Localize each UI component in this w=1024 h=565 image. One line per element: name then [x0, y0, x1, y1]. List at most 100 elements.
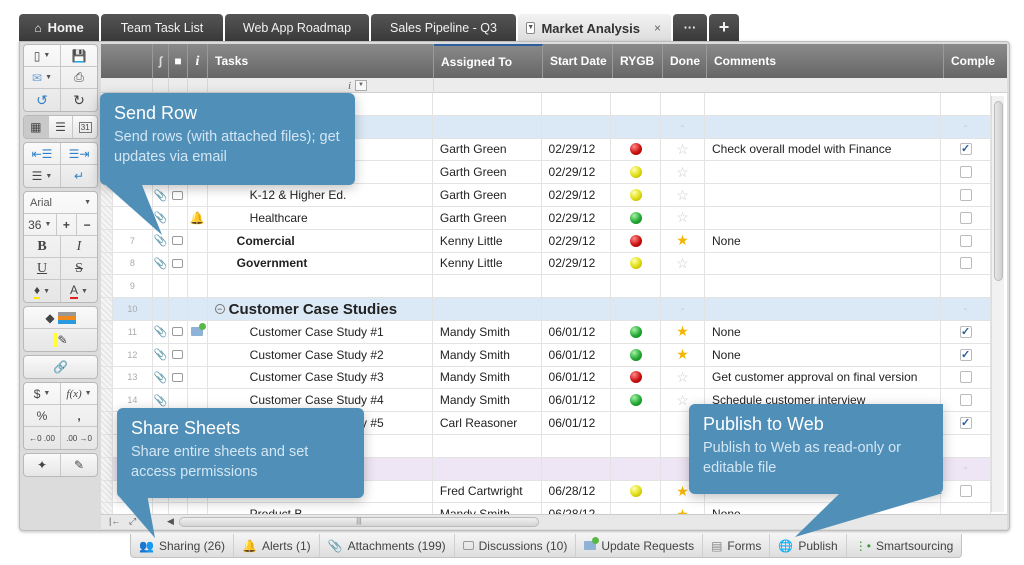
table-row[interactable]: 📎 K-12 & Higher Ed. Garth Green 02/29/12 ☆: [101, 184, 991, 207]
header-discussions[interactable]: ■: [169, 44, 188, 78]
row-number[interactable]: 8: [113, 252, 153, 275]
tab-home[interactable]: ⌂ Home: [19, 14, 99, 41]
table-row[interactable]: 8 📎 Government Kenny Little 02/29/12 ☆: [101, 252, 991, 276]
star-outline-icon[interactable]: ☆: [676, 164, 689, 181]
rygb-cell[interactable]: [611, 503, 662, 514]
comments-cell[interactable]: None: [705, 229, 942, 252]
complete-cell[interactable]: -: [941, 457, 991, 480]
assigned-to-cell[interactable]: Mandy Smith: [433, 389, 542, 412]
header-done[interactable]: Done: [663, 44, 707, 78]
rygb-cell[interactable]: [611, 457, 662, 480]
comments-cell[interactable]: [705, 161, 942, 184]
currency-button[interactable]: $ ▼: [24, 383, 61, 404]
start-date-cell[interactable]: 06/01/12: [542, 366, 612, 389]
start-date-cell[interactable]: [542, 115, 612, 138]
row-number[interactable]: 9: [113, 275, 153, 298]
start-date-cell[interactable]: [542, 434, 612, 457]
bottom-tab-attachments[interactable]: 📎 Attachments (199): [320, 534, 455, 557]
row-drag-handle[interactable]: [101, 457, 113, 480]
comments-cell[interactable]: None: [705, 343, 942, 366]
row-drag-handle[interactable]: [101, 320, 113, 343]
hyperlink-button[interactable]: 🔗: [24, 356, 97, 378]
task-cell[interactable]: Customer Case Study #3: [208, 366, 433, 389]
complete-cell[interactable]: [941, 252, 991, 275]
checkbox-unchecked[interactable]: [959, 234, 972, 247]
row-action-cell[interactable]: [188, 275, 208, 298]
table-row[interactable]: 9: [101, 275, 991, 299]
tab-team-task-list[interactable]: Team Task List: [101, 14, 223, 41]
header-attachments[interactable]: ∫: [153, 44, 169, 78]
attachment-cell[interactable]: [153, 275, 169, 298]
assigned-to-cell[interactable]: [433, 457, 542, 480]
rygb-cell[interactable]: [611, 206, 662, 229]
row-drag-handle[interactable]: [101, 412, 113, 434]
bottom-tab-alerts[interactable]: 🔔 Alerts (1): [234, 534, 320, 557]
discussion-cell[interactable]: [169, 503, 188, 514]
star-outline-icon[interactable]: ☆: [676, 369, 689, 386]
rygb-cell[interactable]: [611, 138, 662, 161]
assigned-to-cell[interactable]: Kenny Little: [433, 252, 542, 275]
complete-cell[interactable]: [941, 480, 991, 503]
font-family-select[interactable]: Arial ▼: [24, 192, 97, 213]
row-drag-handle[interactable]: [101, 434, 113, 457]
task-cell[interactable]: [208, 275, 433, 298]
tab-sales-pipeline[interactable]: Sales Pipeline - Q3: [371, 14, 516, 41]
assigned-to-cell[interactable]: Garth Green: [433, 206, 542, 229]
bottom-tab-forms[interactable]: ▤ Forms: [703, 534, 771, 557]
complete-cell[interactable]: [941, 275, 991, 298]
assigned-to-cell[interactable]: Mandy Smith: [433, 320, 542, 343]
checkbox-checked[interactable]: ✓: [959, 417, 972, 430]
assigned-to-cell[interactable]: Garth Green: [433, 161, 542, 184]
add-tab-button[interactable]: +: [709, 14, 739, 41]
task-cell[interactable]: Government: [208, 252, 433, 275]
header-info[interactable]: i: [188, 44, 208, 78]
table-row[interactable]: 11 📎 Customer Case Study #1 Mandy Smith 06/0…: [101, 320, 991, 344]
discussion-cell[interactable]: [169, 184, 188, 206]
header-rygb[interactable]: RYGB: [613, 44, 663, 78]
close-icon[interactable]: ×: [654, 21, 661, 35]
assigned-to-cell[interactable]: Garth Green: [433, 184, 542, 206]
assigned-to-cell[interactable]: Fred Cartwright: [433, 480, 542, 503]
complete-cell[interactable]: ✓: [941, 320, 991, 343]
task-cell[interactable]: Healthcare: [208, 206, 433, 229]
row-drag-handle[interactable]: [101, 480, 113, 503]
complete-cell[interactable]: [941, 184, 991, 206]
vertical-scrollbar[interactable]: [991, 96, 1004, 512]
discussion-cell[interactable]: [169, 252, 188, 275]
row-drag-handle[interactable]: [101, 343, 113, 366]
star-filled-icon[interactable]: ★: [676, 506, 689, 514]
comments-cell[interactable]: [705, 115, 942, 138]
done-cell[interactable]: [661, 93, 705, 115]
tab-market-analysis[interactable]: ▼ Market Analysis ×: [518, 14, 671, 42]
table-row[interactable]: 13 📎 Customer Case Study #3 Mandy Smith 06/0…: [101, 366, 991, 390]
row-action-cell[interactable]: [188, 252, 208, 275]
complete-cell[interactable]: [941, 366, 991, 389]
task-cell[interactable]: Product B: [208, 503, 433, 514]
save-button[interactable]: 💾: [61, 45, 97, 66]
assigned-to-cell[interactable]: [433, 275, 542, 298]
outdent-button[interactable]: ⇤☰: [24, 143, 61, 164]
comments-cell[interactable]: [705, 298, 942, 320]
done-cell[interactable]: ★: [661, 229, 705, 252]
align-button[interactable]: ☰ ▼: [24, 165, 61, 187]
grid-view-button[interactable]: ▦: [24, 116, 49, 138]
start-date-cell[interactable]: [542, 457, 612, 480]
new-sheet-button[interactable]: ▯ ▼: [24, 45, 61, 66]
row-action-cell[interactable]: [188, 366, 208, 389]
discussion-cell[interactable]: [169, 206, 188, 229]
star-outline-icon[interactable]: ☆: [676, 141, 689, 158]
complete-cell[interactable]: -: [941, 298, 991, 320]
star-filled-icon[interactable]: ★: [676, 323, 689, 340]
clear-format-button[interactable]: ✦: [24, 454, 61, 476]
table-row[interactable]: 10 − Customer Case Studies - -: [101, 298, 991, 321]
checkbox-checked[interactable]: ✓: [959, 348, 972, 361]
done-cell[interactable]: ★: [661, 503, 705, 514]
percent-button[interactable]: %: [24, 405, 61, 426]
checkbox-unchecked[interactable]: [959, 371, 972, 384]
complete-cell[interactable]: ✓: [941, 343, 991, 366]
assigned-to-cell[interactable]: Kenny Little: [433, 229, 542, 252]
done-cell[interactable]: ★: [661, 320, 705, 343]
rygb-cell[interactable]: [611, 389, 662, 412]
start-date-cell[interactable]: 06/01/12: [542, 343, 612, 366]
indent-button[interactable]: ☰⇥: [61, 143, 97, 164]
